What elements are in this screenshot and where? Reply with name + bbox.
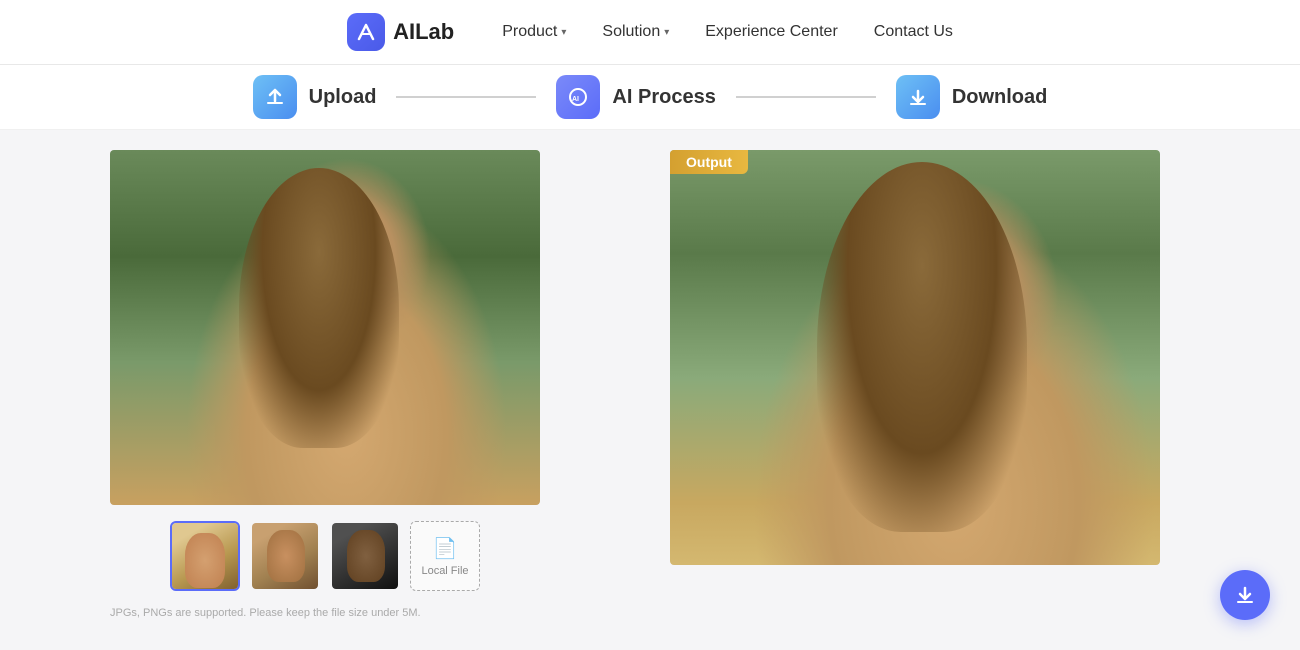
step-line-2 — [736, 96, 876, 98]
thumbnail-2[interactable] — [250, 521, 320, 591]
main-content: 📄 Local File JPGs, PNGs are supported. P… — [0, 130, 1300, 650]
step-process: AI AI Process — [556, 75, 715, 119]
local-file-label: Local File — [421, 565, 468, 577]
thumbnail-3[interactable] — [330, 521, 400, 591]
output-badge: Output — [670, 150, 748, 174]
upload-step-icon — [253, 75, 297, 119]
nav-links: Product ▾ Solution ▾ Experience Center C… — [502, 23, 953, 41]
download-fab-button[interactable] — [1220, 570, 1270, 620]
product-chevron-icon: ▾ — [561, 27, 566, 38]
output-container: Output — [670, 150, 1160, 565]
steps-bar: Upload AI AI Process Download — [0, 65, 1300, 130]
upload-step-label: Upload — [309, 86, 377, 109]
nav-item-solution[interactable]: Solution ▾ — [602, 23, 669, 41]
step-upload: Upload — [253, 75, 377, 119]
step-download: Download — [896, 75, 1048, 119]
thumbnail-1[interactable] — [170, 521, 240, 591]
hint-text: JPGs, PNGs are supported. Please keep th… — [110, 607, 540, 619]
nav-item-product[interactable]: Product ▾ — [502, 23, 566, 41]
local-file-button[interactable]: 📄 Local File — [410, 521, 480, 591]
download-step-icon — [896, 75, 940, 119]
nav-item-contact[interactable]: Contact Us — [874, 23, 953, 41]
navbar: AILab Product ▾ Solution ▾ Experience Ce… — [0, 0, 1300, 65]
logo-icon — [347, 13, 385, 51]
process-step-icon: AI — [556, 75, 600, 119]
output-image — [670, 150, 1160, 565]
download-step-label: Download — [952, 86, 1048, 109]
logo-text: AILab — [393, 19, 454, 45]
input-image — [110, 150, 540, 505]
thumbnails-row: 📄 Local File — [170, 521, 480, 591]
input-image-container — [110, 150, 540, 505]
process-step-label: AI Process — [612, 86, 715, 109]
left-panel: 📄 Local File JPGs, PNGs are supported. P… — [0, 130, 650, 650]
solution-chevron-icon: ▾ — [664, 27, 669, 38]
local-file-icon: 📄 — [433, 536, 458, 561]
nav-item-experience[interactable]: Experience Center — [705, 23, 838, 41]
logo-area[interactable]: AILab — [347, 13, 454, 51]
svg-text:AI: AI — [572, 96, 579, 103]
right-panel: Output — [650, 130, 1300, 650]
step-line-1 — [396, 96, 536, 98]
